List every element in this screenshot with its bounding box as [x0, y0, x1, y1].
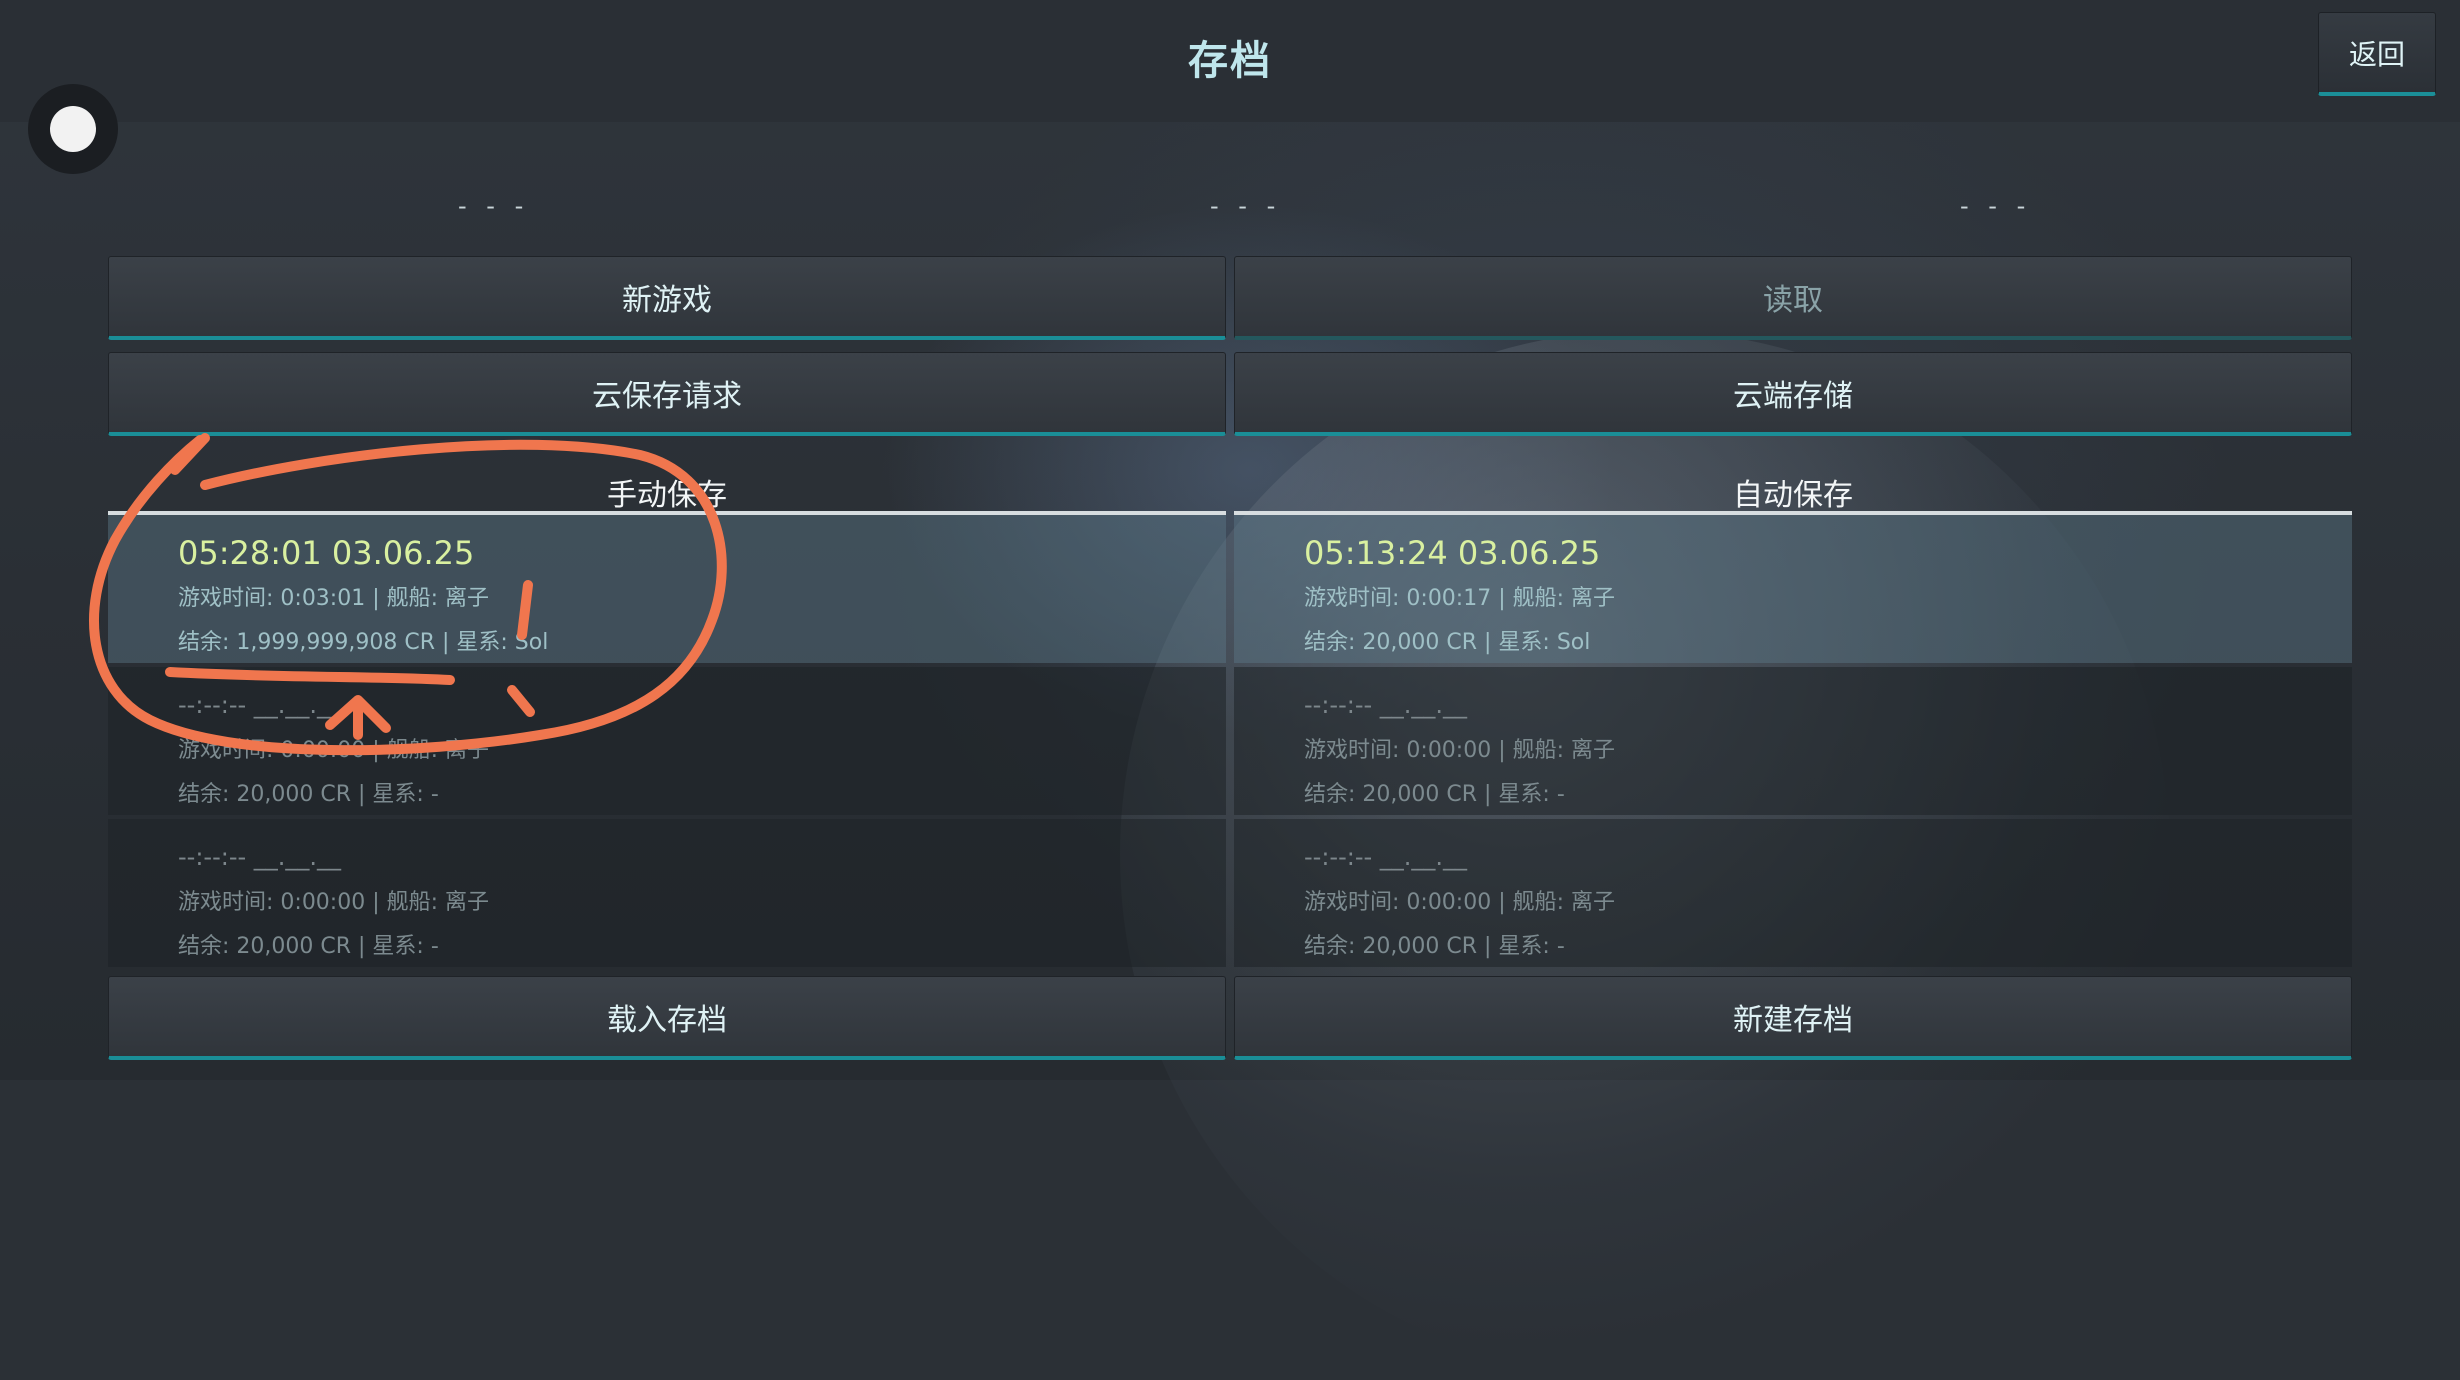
- slot-balance-info: 结余: 20,000 CR | 星系: -: [1304, 934, 1565, 959]
- auto-save-title: 自动保存: [1733, 478, 1853, 513]
- slot-play-info: 游戏时间: 0:03:01 | 舰船: 离子: [178, 586, 490, 611]
- manual-save-title: 手动保存: [607, 478, 727, 513]
- slot-placeholder-3: - - -: [1960, 192, 2032, 220]
- new-save-button[interactable]: 新建存档: [1234, 976, 2352, 1060]
- slot-play-info: 游戏时间: 0:00:00 | 舰船: 离子: [178, 738, 490, 763]
- assist-dot-icon: [50, 106, 96, 152]
- top-bar: 存档 返回: [0, 0, 2460, 122]
- slot-play-info: 游戏时间: 0:00:00 | 舰船: 离子: [1304, 738, 1616, 763]
- slot-timestamp: --:--:-- __.__.__: [178, 843, 342, 871]
- auto-save-slot-3[interactable]: --:--:-- __.__.__ 游戏时间: 0:00:00 | 舰船: 离子…: [1234, 819, 2352, 967]
- slot-timestamp: --:--:-- __.__.__: [1304, 843, 1468, 871]
- slot-play-info: 游戏时间: 0:00:00 | 舰船: 离子: [178, 890, 490, 915]
- slot-timestamp: --:--:-- __.__.__: [178, 691, 342, 719]
- slot-timestamp: 05:28:01 03.06.25: [178, 534, 475, 572]
- cloud-storage-button[interactable]: 云端存储: [1234, 352, 2352, 436]
- slot-balance-info: 结余: 20,000 CR | 星系: Sol: [1304, 630, 1591, 655]
- cloud-save-request-button[interactable]: 云保存请求: [108, 352, 1226, 436]
- slot-balance-info: 结余: 20,000 CR | 星系: -: [178, 782, 439, 807]
- slot-placeholder-1: - - -: [458, 192, 530, 220]
- back-button[interactable]: 返回: [2318, 12, 2436, 96]
- slot-play-info: 游戏时间: 0:00:00 | 舰船: 离子: [1304, 890, 1616, 915]
- manual-save-slot-1[interactable]: 05:28:01 03.06.25 游戏时间: 0:03:01 | 舰船: 离子…: [108, 515, 1226, 663]
- slot-play-info: 游戏时间: 0:00:17 | 舰船: 离子: [1304, 586, 1616, 611]
- slot-balance-info: 结余: 20,000 CR | 星系: -: [178, 934, 439, 959]
- slot-placeholder-2: - - -: [1210, 192, 1282, 220]
- floating-assist-button[interactable]: [28, 84, 118, 174]
- slot-balance-info: 结余: 20,000 CR | 星系: -: [1304, 782, 1565, 807]
- slot-timestamp: 05:13:24 03.06.25: [1304, 534, 1601, 572]
- auto-save-slot-2[interactable]: --:--:-- __.__.__ 游戏时间: 0:00:00 | 舰船: 离子…: [1234, 667, 2352, 815]
- slot-timestamp: --:--:-- __.__.__: [1304, 691, 1468, 719]
- slot-balance-info: 结余: 1,999,999,908 CR | 星系: Sol: [178, 630, 549, 655]
- new-game-button[interactable]: 新游戏: [108, 256, 1226, 340]
- load-save-button[interactable]: 载入存档: [108, 976, 1226, 1060]
- load-button[interactable]: 读取: [1234, 256, 2352, 340]
- auto-save-slot-1[interactable]: 05:13:24 03.06.25 游戏时间: 0:00:17 | 舰船: 离子…: [1234, 515, 2352, 663]
- manual-save-slot-3[interactable]: --:--:-- __.__.__ 游戏时间: 0:00:00 | 舰船: 离子…: [108, 819, 1226, 967]
- page-title: 存档: [1188, 38, 1272, 84]
- manual-save-slot-2[interactable]: --:--:-- __.__.__ 游戏时间: 0:00:00 | 舰船: 离子…: [108, 667, 1226, 815]
